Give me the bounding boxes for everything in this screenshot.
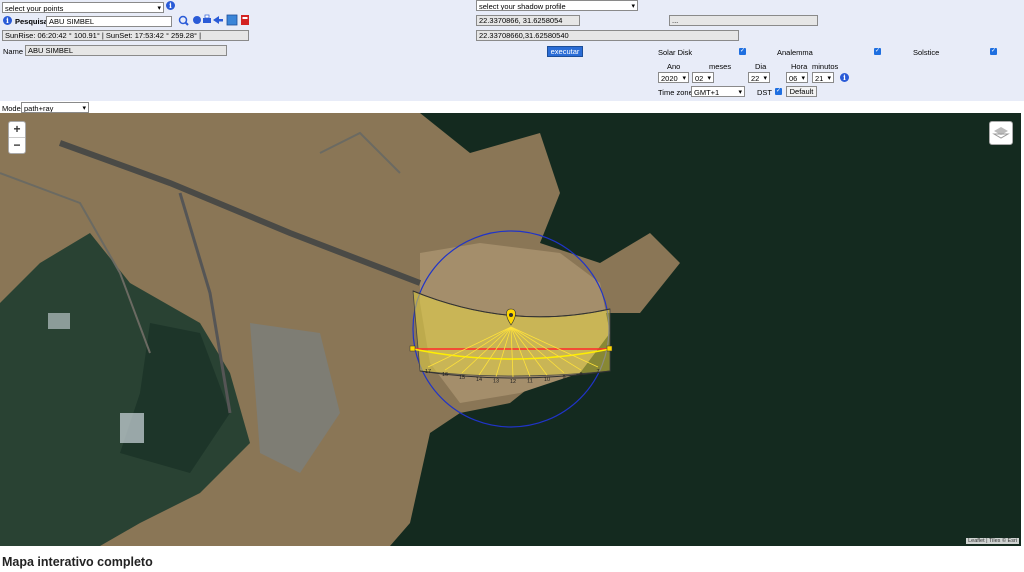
search-icon[interactable]: [178, 15, 189, 26]
print-icon[interactable]: [203, 14, 211, 23]
mode-value: path+ray: [24, 104, 54, 113]
coords-precise-field[interactable]: 22.33708660,31.62580540: [476, 30, 739, 41]
minutes-label: minutos: [812, 62, 839, 71]
sunrise-marker[interactable]: [409, 345, 416, 352]
search-input[interactable]: ABU SIMBEL: [46, 16, 172, 27]
dst-label: DST: [757, 88, 772, 97]
sunset-marker[interactable]: [606, 345, 613, 352]
chevron-down-icon: ▾: [707, 75, 711, 82]
shadow-profile-select-value: select your shadow profile: [479, 2, 566, 11]
year-select[interactable]: 2020 ▾: [658, 72, 689, 83]
hour-label: 17: [425, 369, 431, 375]
default-button[interactable]: Default: [786, 86, 817, 97]
hour-label: 11: [527, 379, 533, 385]
chevron-down-icon: ▾: [763, 75, 767, 82]
dst-checkbox[interactable]: ✓: [775, 88, 782, 95]
chevron-down-icon: ▾: [801, 75, 805, 82]
coords-extra-field[interactable]: ...: [669, 15, 818, 26]
timezone-label: Time zone: [658, 88, 693, 97]
arrow-left-icon[interactable]: [213, 16, 223, 24]
zoom-control: + −: [8, 121, 26, 154]
solar-disk-label: Solar Disk: [658, 48, 693, 57]
minute-select[interactable]: 21 ▾: [812, 72, 834, 83]
year-label: Ano: [667, 62, 681, 71]
hour-label: 15: [459, 375, 465, 381]
map-attribution[interactable]: Leaflet | Tiles © Esri: [966, 538, 1019, 544]
day-select[interactable]: 22 ▾: [748, 72, 770, 83]
minute-value: 21: [815, 74, 824, 83]
solstice-checkbox[interactable]: ✓: [990, 48, 997, 55]
map-view[interactable]: 17 16 15 14 13 12 11 10 9 8 7 + − Leaflet | Tiles …: [0, 113, 1021, 546]
name-label: Name: [3, 47, 24, 56]
hour-value: 06: [789, 74, 798, 83]
hour-select[interactable]: 06 ▾: [786, 72, 808, 83]
layers-button[interactable]: [989, 121, 1013, 145]
coords-field[interactable]: 22.3370866, 31.6258054: [476, 15, 580, 26]
shadow-profile-select[interactable]: select your shadow profile ▾: [476, 0, 638, 11]
month-select[interactable]: 02 ▾: [692, 72, 714, 83]
analemma-checkbox[interactable]: ✓: [874, 48, 881, 55]
hour-label: 14: [476, 377, 482, 383]
day-label: Dia: [755, 62, 767, 71]
hour-label: 16: [442, 372, 448, 378]
info-icon[interactable]: i: [840, 73, 849, 82]
pdf-icon[interactable]: [241, 15, 249, 25]
hour-label: 13: [493, 379, 499, 385]
solstice-label: Solstice: [913, 48, 940, 57]
zoom-out-button[interactable]: −: [9, 137, 25, 153]
chevron-down-icon: ▾: [157, 5, 161, 12]
execute-button[interactable]: executar: [547, 46, 583, 57]
info-icon[interactable]: i: [166, 1, 175, 10]
hour-label: 9: [562, 375, 565, 381]
hour-label: 8: [579, 372, 582, 378]
info-icon[interactable]: [193, 16, 201, 24]
search-label: Pesquisa: [15, 17, 48, 26]
chevron-down-icon: ▾: [82, 105, 86, 112]
info-icon[interactable]: i: [3, 16, 12, 25]
hour-label: Hora: [791, 62, 808, 71]
hour-label: 10: [544, 377, 550, 383]
search-toolbar-icons: [178, 14, 249, 26]
map-icon[interactable]: [226, 14, 238, 26]
page-title: Mapa interativo completo: [2, 555, 153, 569]
sun-path-overlay: 17 16 15 14 13 12 11 10 9 8 7: [409, 230, 613, 428]
chevron-down-icon: ▾: [738, 89, 742, 96]
month-label: meses: [709, 62, 732, 71]
mode-label: Mode:: [2, 104, 23, 113]
mode-select[interactable]: path+ray ▾: [21, 102, 89, 113]
chevron-down-icon: ▾: [682, 75, 686, 82]
day-value: 22: [751, 74, 760, 83]
year-value: 2020: [661, 74, 678, 83]
zoom-in-button[interactable]: +: [9, 122, 25, 137]
chevron-down-icon: ▾: [631, 3, 635, 10]
hour-label: 7: [596, 369, 599, 375]
hour-label: 12: [510, 379, 516, 385]
month-value: 02: [695, 74, 704, 83]
timezone-select[interactable]: GMT+1 ▾: [691, 86, 745, 97]
name-field[interactable]: ABU SIMBEL: [25, 45, 227, 56]
solar-disk-checkbox[interactable]: ✓: [739, 48, 746, 55]
sun-info-text: SunRise: 06:20:42 ° 100.91° | SunSet: 17…: [2, 30, 249, 41]
points-select-value: select your points: [5, 4, 64, 13]
chevron-down-icon: ▾: [827, 75, 831, 82]
timezone-value: GMT+1: [694, 88, 720, 97]
analemma-label: Analemma: [777, 48, 813, 57]
points-select[interactable]: select your points ▾: [2, 2, 164, 13]
layers-icon: [992, 127, 1010, 139]
